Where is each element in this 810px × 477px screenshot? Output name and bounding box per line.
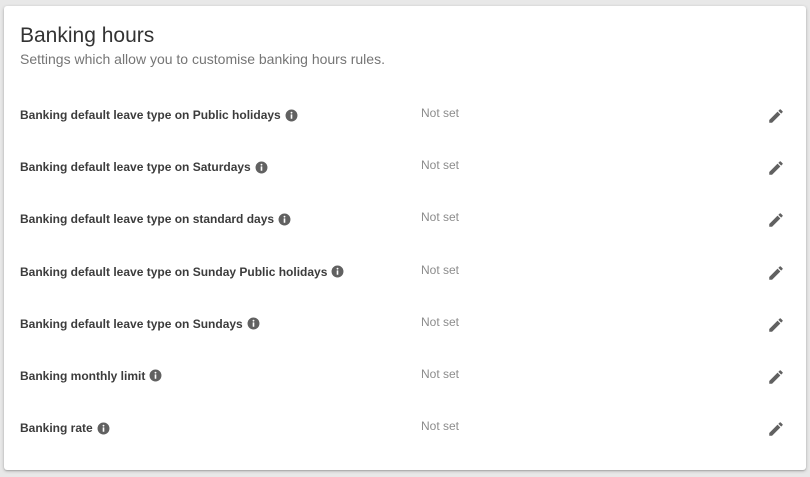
setting-label: Banking default leave type on Public hol… <box>20 108 281 122</box>
setting-label: Banking default leave type on standard d… <box>20 212 275 227</box>
edit-button[interactable] <box>764 261 788 285</box>
edit-button[interactable] <box>764 313 788 337</box>
setting-label: Banking default leave type on Sundays <box>20 316 243 331</box>
info-icon[interactable] <box>97 422 110 435</box>
setting-label: Banking rate <box>20 421 93 436</box>
pencil-icon <box>767 264 785 282</box>
setting-row-standard-days: Banking default leave type on standard d… <box>4 194 806 246</box>
edit-button[interactable] <box>764 365 788 389</box>
info-icon[interactable] <box>149 369 162 382</box>
edit-button[interactable] <box>764 417 788 441</box>
setting-value: Not set <box>421 419 460 434</box>
pencil-icon <box>767 368 785 386</box>
setting-row-rate: Banking rate Not set <box>4 403 806 455</box>
setting-row-sundays: Banking default leave type on Sundays No… <box>4 299 806 351</box>
edit-button[interactable] <box>764 104 788 128</box>
setting-label: Banking default leave type on Sunday Pub… <box>20 264 328 279</box>
setting-value: Not set <box>421 106 460 120</box>
section-subtitle: Settings which allow you to customise ba… <box>20 51 385 67</box>
setting-row-saturdays: Banking default leave type on Saturdays … <box>4 142 806 194</box>
info-icon[interactable] <box>285 109 298 122</box>
setting-row-public-holidays: Banking default leave type on Public hol… <box>4 90 806 142</box>
setting-value: Not set <box>421 158 460 173</box>
setting-label: Banking monthly limit <box>20 368 146 383</box>
setting-label: Banking default leave type on Saturdays <box>20 160 251 175</box>
edit-button[interactable] <box>764 208 788 232</box>
pencil-icon <box>767 420 785 438</box>
info-icon[interactable] <box>331 265 344 278</box>
setting-row-monthly-limit: Banking monthly limit Not set <box>4 351 806 403</box>
settings-list: Banking default leave type on Public hol… <box>4 90 806 455</box>
setting-row-sunday-public-holidays: Banking default leave type on Sunday Pub… <box>4 247 806 299</box>
banking-hours-card: Banking hours Settings which allow you t… <box>4 6 806 470</box>
setting-value: Not set <box>421 210 460 225</box>
setting-value: Not set <box>421 366 460 381</box>
pencil-icon <box>767 316 785 334</box>
pencil-icon <box>767 107 785 125</box>
section-title: Banking hours <box>20 24 155 47</box>
pencil-icon <box>767 211 785 229</box>
edit-button[interactable] <box>764 156 788 180</box>
pencil-icon <box>767 159 785 177</box>
setting-value: Not set <box>421 314 460 329</box>
setting-value: Not set <box>421 262 460 277</box>
info-icon[interactable] <box>278 213 291 226</box>
info-icon[interactable] <box>255 161 268 174</box>
info-icon[interactable] <box>247 317 260 330</box>
